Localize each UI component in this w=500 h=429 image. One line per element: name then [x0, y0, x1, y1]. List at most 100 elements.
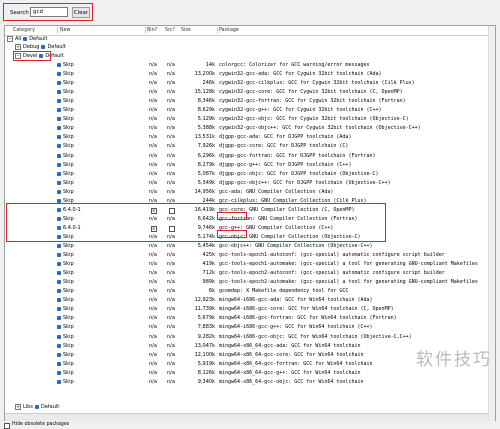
collapse-icon[interactable]: −: [7, 36, 13, 42]
cycle-icon[interactable]: [57, 325, 61, 330]
cycle-icon[interactable]: [57, 253, 61, 258]
package-row[interactable]: Skip n/a n/a 5,349k djgpp-gcc-objc++: GCC fo…: [5, 179, 495, 188]
hide-obsolete-checkbox[interactable]: [4, 423, 10, 429]
new-action-cell[interactable]: Skip: [57, 162, 74, 168]
package-row[interactable]: Skip n/a n/a 5,087k djgpp-gcc-objc: GCC for …: [5, 170, 495, 179]
new-action-cell[interactable]: Skip: [57, 334, 74, 340]
cycle-icon[interactable]: [57, 135, 61, 140]
package-row[interactable]: Skip n/a n/a 9,282k mingw64-i686-gcc-objc: G…: [5, 333, 495, 342]
new-action-cell[interactable]: Skip: [57, 89, 74, 95]
package-row[interactable]: Skip n/a n/a 425k gcc-tools-epoch1-autoconf:…: [5, 251, 495, 260]
new-action-cell[interactable]: Skip: [57, 315, 74, 321]
cycle-icon[interactable]: [57, 144, 61, 149]
column-divider[interactable]: [57, 27, 58, 34]
package-row[interactable]: Skip n/a n/a 5,679k mingw64-i686-gcc-fortran…: [5, 314, 495, 323]
new-action-cell[interactable]: Skip: [57, 62, 74, 68]
cycle-icon[interactable]: [57, 162, 61, 167]
new-action-cell[interactable]: Skip: [57, 352, 74, 358]
package-row[interactable]: Skip n/a n/a 5,129k cygwin32-gcc-objc: GCC f…: [5, 115, 495, 124]
package-row[interactable]: Skip n/a n/a 246k cygwin32-gcc-cilkplus: GCC…: [5, 79, 495, 88]
new-action-cell[interactable]: Skip: [57, 306, 74, 312]
column-header-bin[interactable]: Bin?: [147, 28, 157, 33]
column-header-package[interactable]: Package: [219, 28, 239, 33]
expand-icon[interactable]: +: [15, 44, 21, 50]
new-action-cell[interactable]: Skip: [57, 379, 74, 385]
new-action-cell[interactable]: Skip: [57, 80, 74, 86]
new-action-cell[interactable]: Skip: [57, 252, 74, 258]
cycle-icon[interactable]: [57, 90, 61, 95]
cycle-icon[interactable]: [57, 370, 61, 375]
cycle-icon[interactable]: [57, 262, 61, 267]
new-action-cell[interactable]: Skip: [57, 107, 74, 113]
package-row[interactable]: Skip n/a n/a 14k colorgcc: Colorizer for GCC…: [5, 61, 495, 70]
new-action-cell[interactable]: Skip: [57, 134, 74, 140]
cycle-icon[interactable]: [57, 81, 61, 86]
cycle-icon[interactable]: [57, 63, 61, 67]
cycle-icon[interactable]: [57, 343, 61, 348]
new-action-cell[interactable]: Skip: [57, 361, 74, 367]
cycle-icon[interactable]: [57, 379, 61, 384]
new-action-cell[interactable]: Skip: [57, 288, 74, 294]
cycle-icon[interactable]: [57, 153, 61, 158]
cycle-icon[interactable]: [57, 298, 61, 303]
new-action-cell[interactable]: Skip: [57, 180, 74, 186]
package-row[interactable]: Skip n/a n/a 712k gcc-tools-epoch2-autoconf:…: [5, 269, 495, 278]
package-row[interactable]: Skip n/a n/a 12,923k mingw64-i686-gcc-ada: G…: [5, 296, 495, 305]
new-action-cell[interactable]: Skip: [57, 143, 74, 149]
package-row[interactable]: Skip n/a n/a 13,200k cygwin32-gcc-ada: GCC f…: [5, 70, 495, 79]
package-row[interactable]: Skip n/a n/a 13,531k djgpp-gcc-ada: GCC for …: [5, 133, 495, 142]
column-header-new[interactable]: New: [60, 28, 70, 33]
new-action-cell[interactable]: Skip: [57, 153, 74, 159]
column-divider[interactable]: [145, 27, 146, 34]
package-row[interactable]: Skip n/a n/a 7,883k mingw64-i686-gcc-g++: GC…: [5, 323, 495, 332]
tree-row-devel[interactable]: − Devel Default: [5, 52, 495, 61]
column-header-size[interactable]: Size: [181, 28, 191, 33]
cycle-icon[interactable]: [57, 117, 61, 122]
new-action-cell[interactable]: Skip: [57, 98, 74, 104]
cycle-icon[interactable]: [57, 72, 61, 77]
new-action-cell[interactable]: Skip: [57, 270, 74, 276]
package-row[interactable]: Skip n/a n/a 9,340k mingw64-x86_64-gcc-objc:…: [5, 378, 495, 387]
package-row[interactable]: Skip n/a n/a 6k gcomdep: X Makefile dependen…: [5, 287, 495, 296]
new-action-cell[interactable]: Skip: [57, 116, 74, 122]
tree-row-libs[interactable]: + Libs Default: [5, 403, 495, 412]
cycle-icon[interactable]: [57, 108, 61, 113]
package-row[interactable]: Skip n/a n/a 8,629k cygwin32-gcc-g++: GCC fo…: [5, 106, 495, 115]
package-row[interactable]: Skip n/a n/a 6,296k djgpp-gcc-fortran: GCC f…: [5, 152, 495, 161]
new-action-cell[interactable]: Skip: [57, 261, 74, 267]
new-action-cell[interactable]: Skip: [57, 370, 74, 376]
package-row[interactable]: Skip n/a n/a 8,279k djgpp-gcc-g++: GCC for D…: [5, 161, 495, 170]
cycle-icon[interactable]: [57, 334, 61, 339]
cycle-icon[interactable]: [23, 37, 28, 41]
cycle-icon[interactable]: [57, 307, 61, 312]
cycle-icon[interactable]: [57, 171, 61, 176]
cycle-icon[interactable]: [41, 45, 46, 49]
column-header-category[interactable]: Category: [13, 28, 35, 33]
cycle-icon[interactable]: [34, 405, 39, 409]
new-action-cell[interactable]: Skip: [57, 71, 74, 77]
package-row[interactable]: Skip n/a n/a 11,739k mingw64-i686-gcc-core: …: [5, 305, 495, 314]
cycle-icon[interactable]: [57, 180, 61, 185]
package-row[interactable]: Skip n/a n/a 5,388k cygwin32-gcc-objc++: GCC…: [5, 124, 495, 133]
column-divider[interactable]: [217, 27, 218, 34]
package-row[interactable]: Skip n/a n/a 419k gcc-tools-epoch1-automake:…: [5, 260, 495, 269]
new-action-cell[interactable]: Skip: [57, 343, 74, 349]
new-action-cell[interactable]: Skip: [57, 171, 74, 177]
package-row[interactable]: Skip n/a n/a 15,128k cygwin32-gcc-core: GCC …: [5, 88, 495, 97]
new-action-cell[interactable]: Skip: [57, 243, 74, 249]
new-action-cell[interactable]: Skip: [57, 125, 74, 131]
horizontal-scrollbar[interactable]: [5, 413, 495, 421]
column-header-src[interactable]: Src?: [165, 28, 175, 33]
package-row[interactable]: Skip n/a n/a 8,346k cygwin32-gcc-fortran: GC…: [5, 97, 495, 106]
new-action-cell[interactable]: Skip: [57, 297, 74, 303]
tree-row-debug[interactable]: + Debug Default: [5, 43, 495, 52]
package-row[interactable]: Skip n/a n/a 7,926k djgpp-gcc-core: GCC for …: [5, 142, 495, 151]
cycle-icon[interactable]: [57, 280, 61, 285]
package-row[interactable]: Skip n/a n/a 989k gcc-tools-epoch2-automake:…: [5, 278, 495, 287]
cycle-icon[interactable]: [57, 289, 61, 294]
cycle-icon[interactable]: [57, 126, 61, 131]
package-row[interactable]: Skip n/a n/a 5,454k gcc-objc++: GNU Compiler…: [5, 242, 495, 251]
cycle-icon[interactable]: [57, 189, 61, 194]
cycle-icon[interactable]: [57, 361, 61, 366]
expand-icon[interactable]: +: [15, 404, 21, 410]
